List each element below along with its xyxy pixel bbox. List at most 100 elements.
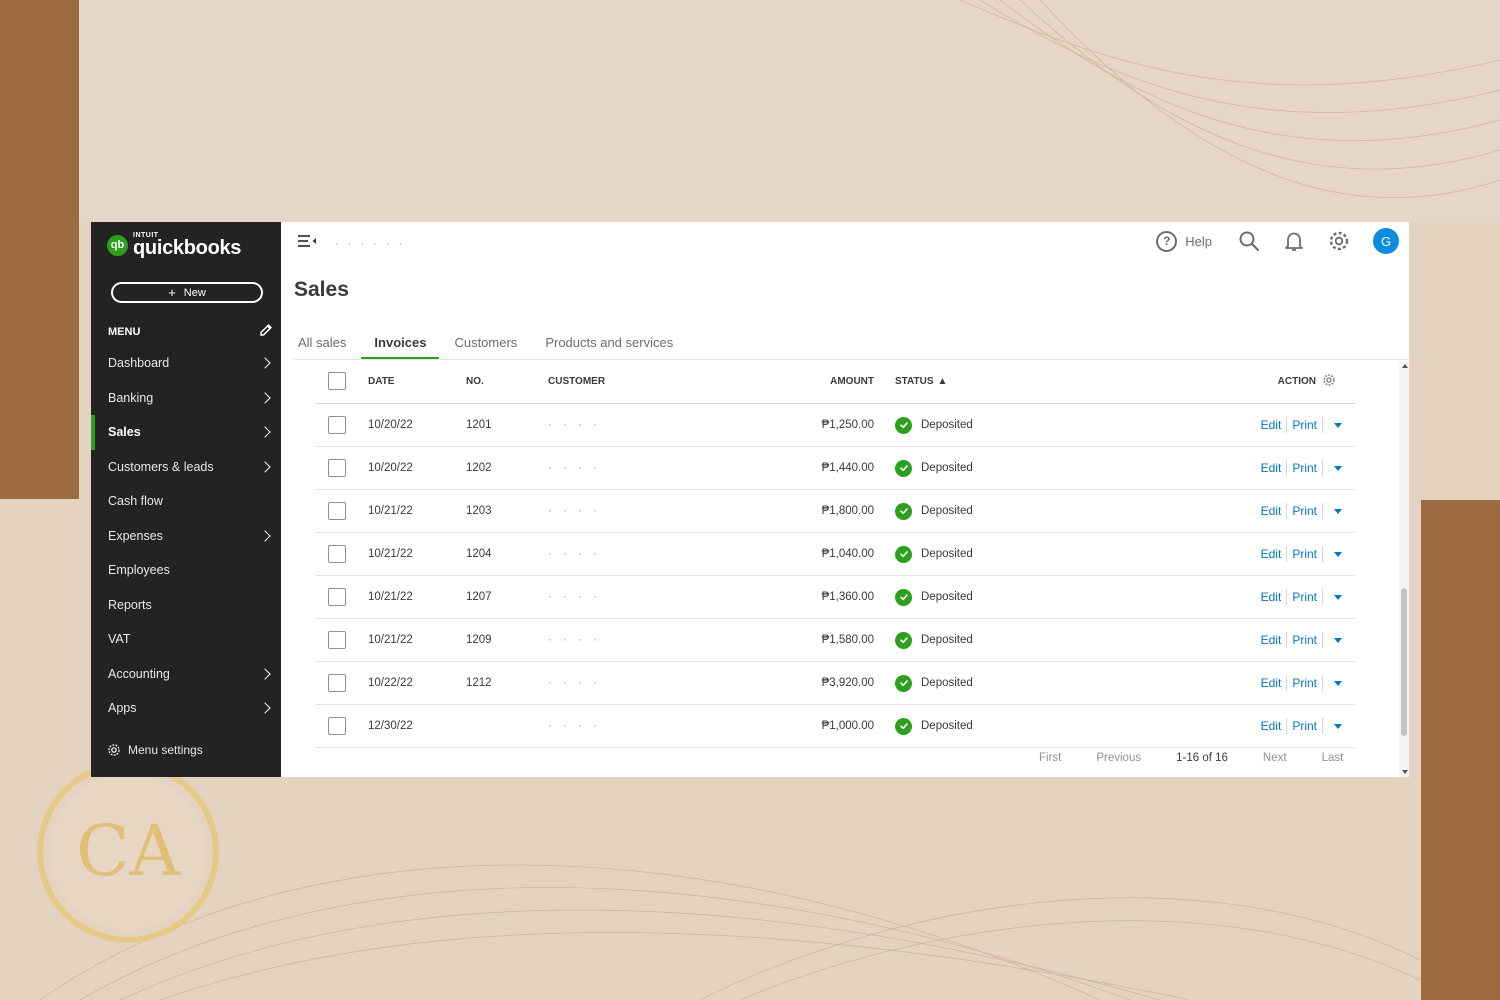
sidebar-item-label: Sales	[108, 425, 141, 440]
sidebar-item-vat[interactable]: VAT	[91, 622, 281, 657]
sidebar-item-label: Apps	[108, 701, 137, 716]
chevron-right-icon	[259, 392, 271, 404]
chevron-down-icon[interactable]	[1334, 637, 1342, 643]
edit-link[interactable]: Edit	[1261, 547, 1282, 561]
table-row[interactable]: 10/22/22 1212 · · · · ₱3,920.00 Deposited Edi…	[315, 662, 1355, 705]
print-link[interactable]: Print	[1292, 719, 1317, 733]
menu-settings-link[interactable]: Menu settings	[107, 743, 203, 757]
pager-previous[interactable]: Previous	[1096, 752, 1141, 764]
tab-customers[interactable]: Customers	[454, 328, 517, 360]
print-link[interactable]: Print	[1292, 461, 1317, 475]
pencil-icon[interactable]	[258, 322, 274, 341]
row-checkbox[interactable]	[328, 631, 346, 649]
print-link[interactable]: Print	[1292, 547, 1317, 561]
pager-first[interactable]: First	[1039, 752, 1061, 764]
new-button[interactable]: + New	[111, 282, 263, 303]
chevron-down-icon[interactable]	[1334, 551, 1342, 557]
sidebar-item-accounting[interactable]: Accounting	[91, 657, 281, 692]
print-link[interactable]: Print	[1292, 504, 1317, 518]
check-circle-icon	[895, 717, 912, 735]
chevron-down-icon[interactable]	[1334, 422, 1342, 428]
row-checkbox[interactable]	[328, 502, 346, 520]
cell-date: 10/20/22	[368, 419, 413, 431]
row-checkbox[interactable]	[328, 459, 346, 477]
edit-link[interactable]: Edit	[1261, 504, 1282, 518]
tab-products-and-services[interactable]: Products and services	[545, 328, 673, 360]
row-checkbox[interactable]	[328, 416, 346, 434]
chevron-down-icon[interactable]	[1334, 723, 1342, 729]
chevron-right-icon	[259, 702, 271, 714]
bell-icon[interactable]	[1283, 230, 1305, 252]
table-row[interactable]: 10/21/22 1209 · · · · ₱1,580.00 Deposited Edi…	[315, 619, 1355, 662]
search-icon[interactable]	[1238, 230, 1260, 252]
help-button[interactable]: ? Help	[1156, 230, 1212, 252]
edit-link[interactable]: Edit	[1261, 418, 1282, 432]
scroll-down-arrow-icon[interactable]	[1402, 770, 1408, 774]
print-link[interactable]: Print	[1292, 590, 1317, 604]
sidebar-item-label: Banking	[108, 390, 154, 405]
chevron-right-icon	[259, 668, 271, 680]
tab-invoices[interactable]: Invoices	[361, 328, 440, 360]
table-row[interactable]: 10/21/22 1203 · · · · ₱1,800.00 Deposited Edi…	[315, 490, 1355, 533]
menu-settings-label: Menu settings	[128, 743, 203, 757]
row-checkbox[interactable]	[328, 545, 346, 563]
scroll-up-arrow-icon[interactable]	[1402, 364, 1408, 368]
quickbooks-logo[interactable]: qb INTUIT quickbooks	[107, 232, 241, 258]
sidebar-item-reports[interactable]: Reports	[91, 588, 281, 623]
print-link[interactable]: Print	[1292, 633, 1317, 647]
column-header-status[interactable]: STATUS ▲	[895, 376, 951, 387]
edit-link[interactable]: Edit	[1261, 461, 1282, 475]
sidebar-item-employees[interactable]: Employees	[91, 553, 281, 588]
table-row[interactable]: 10/21/22 1204 · · · · ₱1,040.00 Deposited Edi…	[315, 533, 1355, 576]
table-row[interactable]: 10/20/22 1201 · · · · ₱1,250.00 Deposited Edi…	[315, 404, 1355, 447]
pager-next[interactable]: Next	[1263, 752, 1287, 764]
invoices-table: DATE NO. CUSTOMER AMOUNT STATUS ▲ ACTION…	[315, 359, 1355, 748]
print-link[interactable]: Print	[1292, 676, 1317, 690]
chevron-down-icon[interactable]	[1334, 680, 1342, 686]
print-link[interactable]: Print	[1292, 418, 1317, 432]
settings-gear-icon[interactable]	[1328, 230, 1350, 252]
link-separator	[1322, 546, 1323, 562]
topbar-right: ? Help G	[1156, 228, 1399, 254]
edit-link[interactable]: Edit	[1261, 590, 1282, 604]
select-all-checkbox[interactable]	[328, 372, 346, 390]
edit-link[interactable]: Edit	[1261, 633, 1282, 647]
edit-link[interactable]: Edit	[1261, 676, 1282, 690]
sidebar-item-sales[interactable]: Sales	[91, 415, 281, 450]
row-checkbox[interactable]	[328, 717, 346, 735]
link-separator	[1286, 589, 1288, 605]
column-header-date[interactable]: DATE	[368, 376, 394, 387]
scrollbar-thumb[interactable]	[1401, 588, 1407, 736]
pager-last[interactable]: Last	[1322, 752, 1344, 764]
sidebar-item-label: Expenses	[108, 528, 163, 543]
chevron-down-icon[interactable]	[1334, 508, 1342, 514]
collapse-menu-icon[interactable]	[297, 233, 317, 254]
sidebar-item-customers-leads[interactable]: Customers & leads	[91, 450, 281, 485]
sidebar-item-expenses[interactable]: Expenses	[91, 519, 281, 554]
menu-header: MENU	[108, 322, 274, 341]
cell-date: 12/30/22	[368, 720, 413, 732]
cell-action: Edit Print	[1261, 460, 1342, 476]
sidebar-item-cash-flow[interactable]: Cash flow	[91, 484, 281, 519]
chevron-down-icon[interactable]	[1334, 594, 1342, 600]
sidebar-item-apps[interactable]: Apps	[91, 691, 281, 726]
table-row[interactable]: 10/21/22 1207 · · · · ₱1,360.00 Deposited Edi…	[315, 576, 1355, 619]
pagination: First Previous 1-16 of 16 Next Last	[1039, 752, 1378, 764]
user-avatar[interactable]: G	[1373, 228, 1399, 254]
tab-all-sales[interactable]: All sales	[298, 328, 346, 360]
sidebar-item-banking[interactable]: Banking	[91, 381, 281, 416]
sidebar-item-dashboard[interactable]: Dashboard	[91, 346, 281, 381]
column-header-amount[interactable]: AMOUNT	[830, 376, 874, 387]
column-header-customer[interactable]: CUSTOMER	[548, 376, 605, 387]
chevron-right-icon	[259, 461, 271, 473]
column-header-no[interactable]: NO.	[466, 376, 484, 387]
row-checkbox[interactable]	[328, 674, 346, 692]
table-row[interactable]: 12/30/22 · · · · ₱1,000.00 Deposited Edit Pri…	[315, 705, 1355, 748]
action-header-label: ACTION	[1277, 375, 1316, 387]
edit-link[interactable]: Edit	[1261, 719, 1282, 733]
sidebar-item-label: Cash flow	[108, 494, 163, 509]
chevron-down-icon[interactable]	[1334, 465, 1342, 471]
row-checkbox[interactable]	[328, 588, 346, 606]
table-settings-gear-icon[interactable]	[1322, 373, 1336, 390]
table-row[interactable]: 10/20/22 1202 · · · · ₱1,440.00 Deposited Edi…	[315, 447, 1355, 490]
